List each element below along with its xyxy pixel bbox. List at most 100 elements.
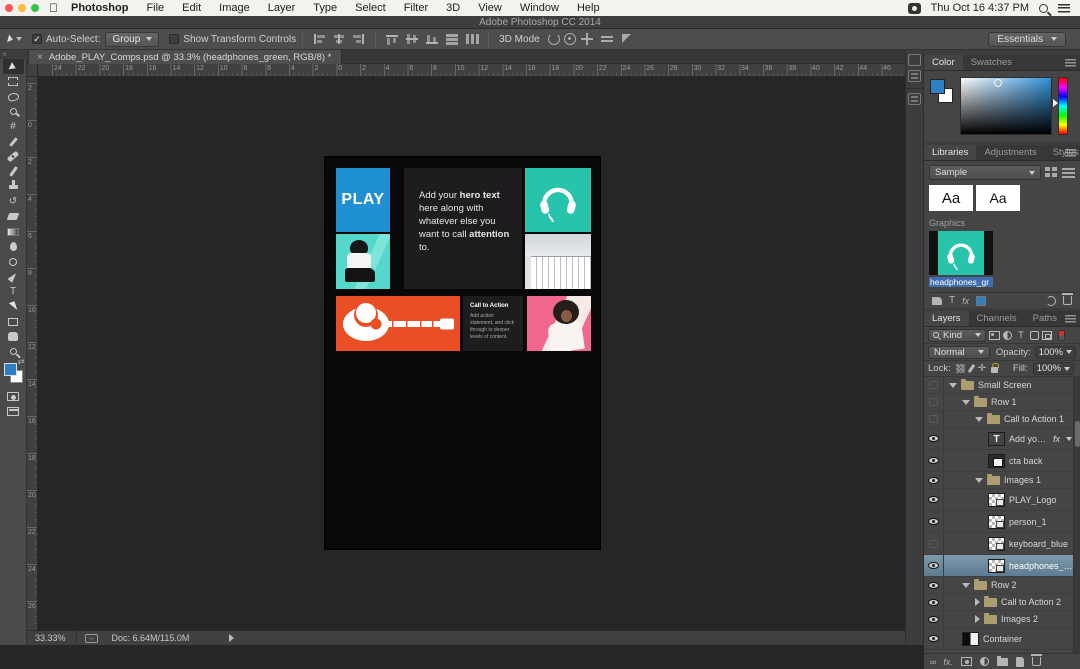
character-style-item[interactable]: Aa <box>976 185 1020 211</box>
hue-slider-marker[interactable] <box>1053 99 1058 107</box>
visibility-toggle[interactable] <box>924 377 944 393</box>
align-left-icon[interactable] <box>311 32 327 46</box>
panel-menu-icon[interactable] <box>1065 315 1076 323</box>
share-icon[interactable]: → <box>85 634 98 643</box>
layer-row[interactable]: person_1 <box>924 511 1080 533</box>
spot-healing-tool[interactable] <box>3 149 24 164</box>
graphic-asset-name[interactable]: headphones_gr <box>929 277 993 287</box>
scale-3d-icon[interactable] <box>620 32 636 46</box>
visibility-toggle[interactable] <box>924 511 944 532</box>
layer-row[interactable]: PLAY_Logo <box>924 489 1080 511</box>
visibility-toggle[interactable] <box>924 533 944 554</box>
layer-name[interactable]: Call to Action 2 <box>1001 597 1061 607</box>
layer-row[interactable]: Images 1 <box>924 472 1080 489</box>
eyedropper-tool[interactable] <box>3 134 24 149</box>
tab-channels[interactable]: Channels <box>969 311 1025 326</box>
keyboard-photo-tile[interactable] <box>525 234 591 289</box>
clone-stamp-tool[interactable] <box>3 179 24 194</box>
quick-mask-toggle[interactable] <box>3 389 24 404</box>
layer-name[interactable]: Row 1 <box>991 397 1017 407</box>
filter-adjustment-layers-icon[interactable] <box>1003 331 1012 340</box>
distribute-horizontal-icon[interactable] <box>464 32 480 46</box>
layer-row[interactable]: keyboard_blue <box>924 533 1080 555</box>
scrollbar-thumb[interactable] <box>1075 421 1080 447</box>
close-window-icon[interactable] <box>5 4 13 12</box>
library-select[interactable]: Sample <box>929 165 1041 180</box>
orbit-3d-icon[interactable] <box>548 33 560 45</box>
delete-icon[interactable] <box>1063 296 1072 305</box>
foreground-color-swatch[interactable] <box>4 363 17 376</box>
hue-slider[interactable] <box>1058 77 1068 135</box>
delete-layer-icon[interactable] <box>1032 657 1041 666</box>
menu-item[interactable]: File <box>137 2 173 14</box>
layer-name[interactable]: person_1 <box>1009 517 1047 527</box>
saturation-brightness-field[interactable] <box>960 77 1052 135</box>
align-bottom-icon[interactable] <box>424 32 440 46</box>
layer-row[interactable]: Call to Action 2 <box>924 594 1080 611</box>
visibility-toggle[interactable] <box>924 394 944 410</box>
person-photo-tile[interactable] <box>336 234 390 289</box>
visibility-toggle[interactable] <box>924 472 944 488</box>
play-logo-tile[interactable]: PLAY <box>336 168 390 232</box>
filtering-toggle[interactable] <box>1058 330 1065 341</box>
show-transform-option[interactable]: Show Transform Controls <box>169 34 296 45</box>
menu-item[interactable]: Image <box>210 2 259 14</box>
hero-text-tile[interactable]: Add your hero text here along with whate… <box>404 168 522 289</box>
layer-row[interactable]: Small Screen <box>924 377 1080 394</box>
align-center-icon[interactable] <box>331 32 347 46</box>
layer-row[interactable]: Row 2 <box>924 577 1080 594</box>
zoom-window-icon[interactable] <box>31 4 39 12</box>
filter-kind-dropdown[interactable]: Kind <box>928 329 986 342</box>
layer-row[interactable]: headphones_green <box>924 555 1080 577</box>
layer-name[interactable]: headphones_green <box>1009 561 1074 571</box>
character-panel-icon[interactable] <box>908 93 921 105</box>
search-icon[interactable] <box>1039 4 1048 13</box>
properties-panel-icon[interactable] <box>908 70 921 82</box>
type-tool[interactable]: T <box>3 284 24 299</box>
fx-collapse-icon[interactable] <box>1066 437 1072 441</box>
guitar-tile[interactable] <box>336 296 460 351</box>
brush-tool[interactable] <box>3 164 24 179</box>
panel-menu-icon[interactable] <box>1065 59 1076 67</box>
visibility-toggle[interactable] <box>924 428 944 449</box>
character-style-item[interactable]: Aa <box>929 185 973 211</box>
layer-name[interactable]: Call to Action 1 <box>1004 414 1064 424</box>
add-character-style-icon[interactable]: T <box>949 295 955 306</box>
menu-item[interactable]: View <box>469 2 511 14</box>
menu-bar-clock[interactable]: Thu Oct 16 4:37 PM <box>931 2 1029 14</box>
camera-icon[interactable] <box>908 3 921 14</box>
tab-color[interactable]: Color <box>924 55 963 70</box>
visibility-toggle[interactable] <box>924 555 944 576</box>
fill-field[interactable]: 100% <box>1033 362 1074 375</box>
layer-row[interactable]: Row 1 <box>924 394 1080 411</box>
filter-type-layers-icon[interactable]: T <box>1015 330 1027 340</box>
slide-3d-icon[interactable] <box>600 32 616 46</box>
status-options-icon[interactable] <box>229 634 234 642</box>
visibility-toggle[interactable] <box>924 411 944 427</box>
layer-row[interactable]: Images 2 <box>924 611 1080 628</box>
close-tab-icon[interactable]: × <box>37 52 43 63</box>
history-panel-icon[interactable] <box>908 54 921 66</box>
add-color-icon[interactable] <box>976 296 986 306</box>
vertical-ruler[interactable]: 20246810121416182022242628 <box>27 77 38 630</box>
horizontal-ruler[interactable]: 2422201816141210864202468101214161820222… <box>38 64 905 77</box>
auto-select-option[interactable]: ✓ Auto-Select: Group <box>32 32 159 47</box>
ruler-corner[interactable] <box>27 64 38 77</box>
visibility-toggle[interactable] <box>924 611 944 627</box>
visibility-toggle[interactable] <box>924 628 944 649</box>
minimize-window-icon[interactable] <box>18 4 26 12</box>
menu-item[interactable]: 3D <box>437 2 469 14</box>
history-brush-tool[interactable]: ↺ <box>3 194 24 209</box>
menu-item[interactable]: Window <box>511 2 568 14</box>
artboard[interactable]: PLAY Add your hero text here along with … <box>325 157 600 549</box>
align-middle-icon[interactable] <box>404 32 420 46</box>
filter-shape-layers-icon[interactable] <box>1030 331 1039 340</box>
sync-icon[interactable] <box>1046 296 1056 306</box>
add-mask-icon[interactable] <box>961 657 972 666</box>
layer-name[interactable]: Add your hero t... <box>1009 434 1049 444</box>
color-picker-cursor[interactable] <box>994 79 1002 87</box>
lock-position-icon[interactable]: ✛ <box>978 364 986 373</box>
hand-tool[interactable] <box>3 329 24 344</box>
lock-all-icon[interactable] <box>991 367 998 373</box>
move-tool[interactable] <box>3 59 24 74</box>
